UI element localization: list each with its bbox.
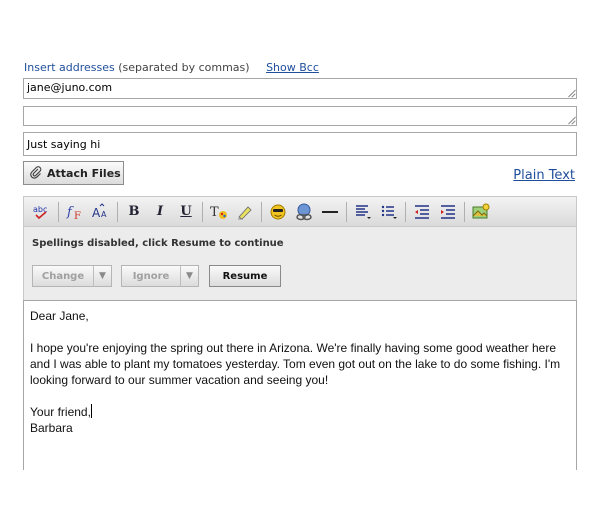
text-cursor [90,404,92,418]
plain-text-link[interactable]: Plain Text [513,168,575,183]
svg-text:T: T [210,205,219,220]
body-greeting: Dear Jane, [30,309,89,323]
to-field[interactable]: jane@juno.com [23,78,577,99]
resume-button[interactable]: Resume [209,265,281,287]
outdent-icon[interactable] [409,201,435,223]
body-paragraph: I hope you're enjoying the spring out th… [30,341,561,387]
separator-note: (separated by commas) [118,61,250,74]
horizontal-rule-icon[interactable] [317,201,343,223]
bold-icon[interactable]: B [121,201,147,223]
formatting-toolbar: abc fF AA B I U T [23,196,577,227]
resume-button-label: Resume [222,270,268,282]
subject-field[interactable]: Just saying hi [23,132,577,156]
list-icon[interactable] [376,201,402,223]
text-color-icon[interactable]: T [206,201,232,223]
attach-files-label: Attach Files [47,166,121,180]
ignore-button[interactable]: Ignore ▼ [121,265,199,287]
spellcheck-panel: Spellings disabled, click Resume to cont… [23,227,577,300]
emoticon-icon[interactable] [265,201,291,223]
body-signature: Barbara [30,421,73,435]
font-icon[interactable]: fF [62,201,88,223]
toolbar-separator [202,201,203,222]
message-body-editor[interactable]: Dear Jane, I hope you're enjoying the sp… [23,300,577,470]
link-icon[interactable] [291,201,317,223]
change-button-label: Change [41,270,85,282]
address-instructions: Insert addresses (separated by commas) S… [24,61,319,74]
toolbar-separator [346,201,347,222]
svg-text:F: F [74,211,81,221]
toolbar-separator [58,201,59,222]
svg-text:f: f [66,205,74,220]
toolbar-separator [464,201,465,222]
indent-icon[interactable] [435,201,461,223]
svg-text:A: A [92,206,101,220]
attach-files-button[interactable]: Attach Files [23,161,124,185]
cc-field[interactable] [23,106,577,126]
insert-addresses-link[interactable]: Insert addresses [24,61,115,74]
body-closing-line: Your friend, [30,404,570,420]
svg-text:A: A [101,210,107,219]
spellcheck-icon[interactable]: abc [29,201,55,223]
toolbar-separator [117,201,118,222]
paperclip-icon [30,166,42,179]
chevron-down-icon[interactable]: ▼ [93,266,111,286]
subject-field-value: Just saying hi [27,138,101,151]
spelling-status-message: Spellings disabled, click Resume to cont… [32,238,284,249]
resize-grip-icon[interactable] [567,116,575,124]
highlight-icon[interactable] [232,201,258,223]
underline-icon[interactable]: U [173,201,199,223]
insert-image-icon[interactable] [468,201,494,223]
resize-grip-icon[interactable] [567,89,575,97]
align-icon[interactable] [350,201,376,223]
font-size-icon[interactable]: AA [88,201,114,223]
body-closing: Your friend, [30,405,91,419]
ignore-button-label: Ignore [132,270,170,282]
show-bcc-link[interactable]: Show Bcc [266,61,319,74]
change-button[interactable]: Change ▼ [32,265,112,287]
toolbar-separator [405,201,406,222]
to-field-value: jane@juno.com [27,81,113,94]
italic-icon[interactable]: I [147,201,173,223]
chevron-down-icon[interactable]: ▼ [180,266,198,286]
toolbar-separator [261,201,262,222]
